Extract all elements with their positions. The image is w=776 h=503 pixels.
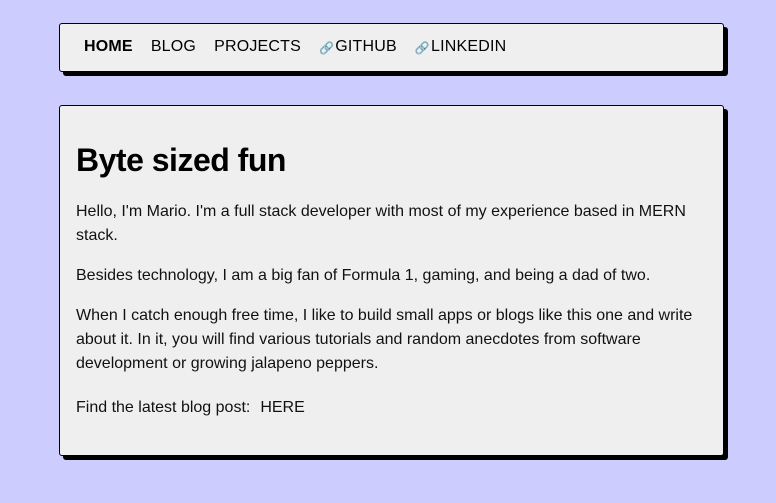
nav-projects-label: PROJECTS — [214, 38, 302, 55]
latest-post-text: Find the latest blog post: — [76, 399, 251, 416]
nav-linkedin-link[interactable]: 🔗 LINKEDIN — [415, 38, 507, 56]
page-title: Byte sized fun — [76, 142, 286, 178]
nav-github-link[interactable]: 🔗 GITHUB — [319, 38, 397, 56]
blog-description-paragraph: When I catch enough free time, I like to… — [76, 307, 693, 372]
nav-home-link[interactable]: HOME — [84, 38, 133, 56]
nav-github-label: GITHUB — [335, 38, 397, 55]
nav-links: HOME BLOG PROJECTS 🔗 GITHUB 🔗 LINKEDIN — [84, 38, 524, 56]
latest-post-callout: Find the latest blog post: HERE — [76, 396, 707, 420]
hobbies-paragraph: Besides technology, I am a big fan of Fo… — [76, 267, 651, 284]
nav-blog-link[interactable]: BLOG — [151, 38, 196, 56]
nav-linkedin-label: LINKEDIN — [431, 38, 507, 55]
top-nav-bar: HOME BLOG PROJECTS 🔗 GITHUB 🔗 LINKEDIN — [59, 23, 724, 72]
link-icon: 🔗 — [414, 41, 430, 55]
nav-home-label: HOME — [84, 38, 133, 55]
latest-post-link[interactable]: HERE — [260, 399, 304, 416]
link-icon: 🔗 — [319, 41, 335, 55]
nav-projects-link[interactable]: PROJECTS — [214, 38, 301, 56]
nav-blog-label: BLOG — [150, 38, 197, 55]
intro-card: Byte sized fun Hello, I'm Mario. I'm a f… — [59, 105, 724, 456]
intro-paragraph: Hello, I'm Mario. I'm a full stack devel… — [76, 203, 686, 244]
